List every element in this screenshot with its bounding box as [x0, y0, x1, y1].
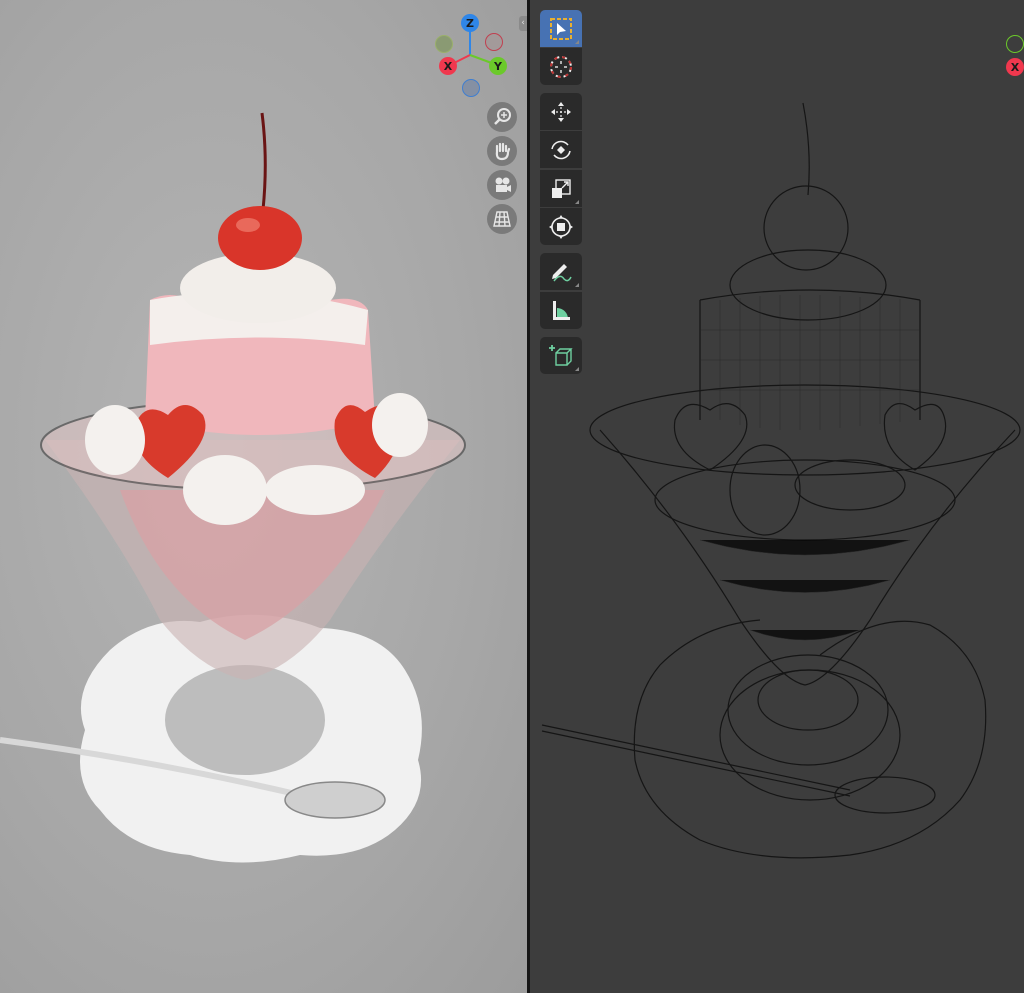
gizmo-x-axis[interactable]: X — [1006, 58, 1024, 76]
transform-icon — [549, 214, 573, 239]
tool-rotate[interactable] — [540, 131, 582, 168]
pan-button[interactable] — [487, 136, 517, 166]
gizmo-neg-y-axis[interactable] — [485, 33, 503, 51]
tool-add-cube[interactable] — [540, 337, 582, 374]
cursor-icon — [550, 55, 572, 78]
move-icon — [551, 101, 571, 122]
camera-icon — [495, 177, 511, 192]
viewport-wireframe[interactable]: X — [530, 0, 1024, 993]
tool-transform[interactable] — [540, 208, 582, 245]
select-box-icon — [550, 17, 572, 40]
tool-select-box[interactable] — [540, 10, 582, 47]
rotate-icon — [551, 140, 571, 159]
viewport-rendered[interactable]: Z X Y ‹ — [0, 0, 527, 993]
tool-measure[interactable] — [540, 292, 582, 329]
gizmo-x-axis[interactable]: X — [439, 57, 457, 75]
zoom-icon — [494, 108, 511, 125]
tool-move[interactable] — [540, 93, 582, 130]
gizmo-neg-x-axis[interactable] — [435, 35, 453, 53]
gizmo-neg-x-axis[interactable] — [1006, 35, 1024, 53]
toolbar-collapse-button[interactable]: ‹ — [519, 16, 527, 31]
tool-annotate[interactable] — [540, 253, 582, 290]
tool-scale[interactable] — [540, 170, 582, 207]
add-cube-icon — [549, 344, 573, 366]
measure-icon — [553, 300, 570, 320]
gizmo-z-axis[interactable]: Z — [461, 14, 479, 32]
ortho-toggle-button[interactable] — [487, 204, 517, 234]
pan-hand-icon — [495, 142, 511, 161]
annotate-pencil-icon — [552, 263, 572, 281]
sundae-wireframe — [541, 102, 1021, 859]
sundae-render — [0, 112, 466, 863]
tool-cursor[interactable] — [540, 48, 582, 85]
scale-icon — [552, 178, 571, 198]
camera-view-button[interactable] — [487, 170, 517, 200]
zoom-button[interactable] — [487, 102, 517, 132]
gizmo-neg-z-axis[interactable] — [462, 79, 480, 97]
gizmo-y-axis[interactable]: Y — [489, 57, 507, 75]
orthographic-grid-icon — [493, 211, 511, 227]
